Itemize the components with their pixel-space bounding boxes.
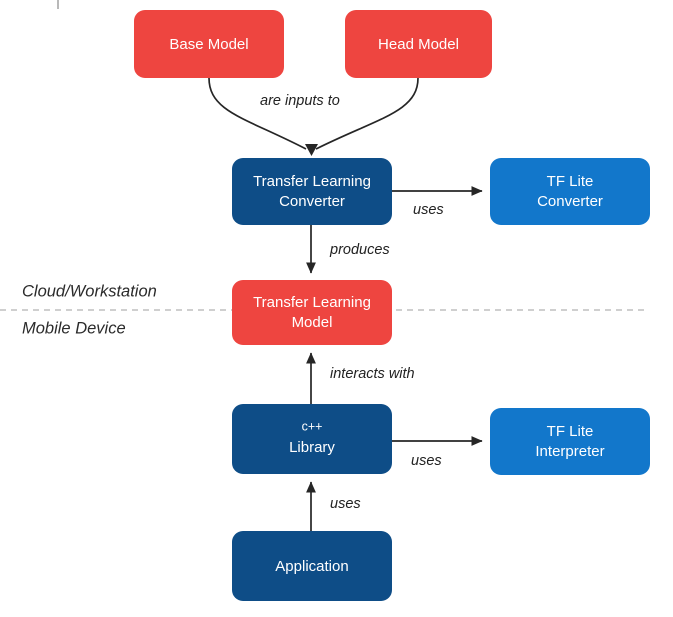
node-transfer-learning-model-label-line2: Model [292, 314, 333, 331]
architecture-diagram: Base Model Head Model Transfer Learning … [0, 0, 650, 601]
arrowhead-inputs-to [305, 144, 318, 156]
diagram-root: Base Model Head Model Transfer Learning … [0, 0, 673, 617]
node-tf-lite-interpreter-label-line1: TF Lite [547, 423, 594, 440]
node-tf-lite-interpreter-shape[interactable] [490, 408, 650, 475]
node-transfer-learning-model-label-line1: Transfer Learning [253, 294, 371, 311]
edge-head-model-to-converter [315, 77, 419, 150]
node-transfer-learning-converter-label-line2: Converter [279, 193, 345, 210]
node-head-model-label: Head Model [378, 36, 459, 53]
node-cpp-library-label-line2: Library [289, 439, 335, 456]
node-tf-lite-interpreter[interactable]: TF Lite Interpreter [490, 408, 650, 475]
node-cpp-library-label-line1: c++ [302, 419, 323, 433]
node-transfer-learning-converter-label-line1: Transfer Learning [253, 173, 371, 190]
node-head-model[interactable]: Head Model [345, 10, 492, 78]
node-transfer-learning-converter[interactable]: Transfer Learning Converter [232, 158, 392, 225]
zone-label-cloud-workstation: Cloud/Workstation [22, 282, 157, 300]
edge-label-converter-uses: uses [413, 202, 444, 218]
edge-base-model-to-converter [208, 77, 307, 150]
node-cpp-library[interactable]: c++ Library [232, 404, 392, 474]
node-tf-lite-interpreter-label-line2: Interpreter [535, 443, 604, 460]
node-tf-lite-converter-shape[interactable] [490, 158, 650, 225]
node-tf-lite-converter[interactable]: TF Lite Converter [490, 158, 650, 225]
node-transfer-learning-converter-shape[interactable] [232, 158, 392, 225]
edge-label-library-uses: uses [411, 453, 442, 469]
node-base-model[interactable]: Base Model [134, 10, 284, 78]
node-base-model-label: Base Model [169, 36, 248, 53]
edge-label-interacts-with: interacts with [330, 366, 415, 382]
node-transfer-learning-model[interactable]: Transfer Learning Model [232, 280, 392, 345]
edge-label-produces: produces [329, 242, 390, 258]
zone-label-mobile-device: Mobile Device [22, 319, 126, 337]
edge-label-application-uses: uses [330, 496, 361, 512]
node-tf-lite-converter-label-line1: TF Lite [547, 173, 594, 190]
node-application[interactable]: Application [232, 531, 392, 601]
node-application-label: Application [275, 558, 348, 575]
node-transfer-learning-model-shape[interactable] [232, 280, 392, 345]
node-tf-lite-converter-label-line2: Converter [537, 193, 603, 210]
edge-label-are-inputs-to: are inputs to [260, 93, 340, 109]
